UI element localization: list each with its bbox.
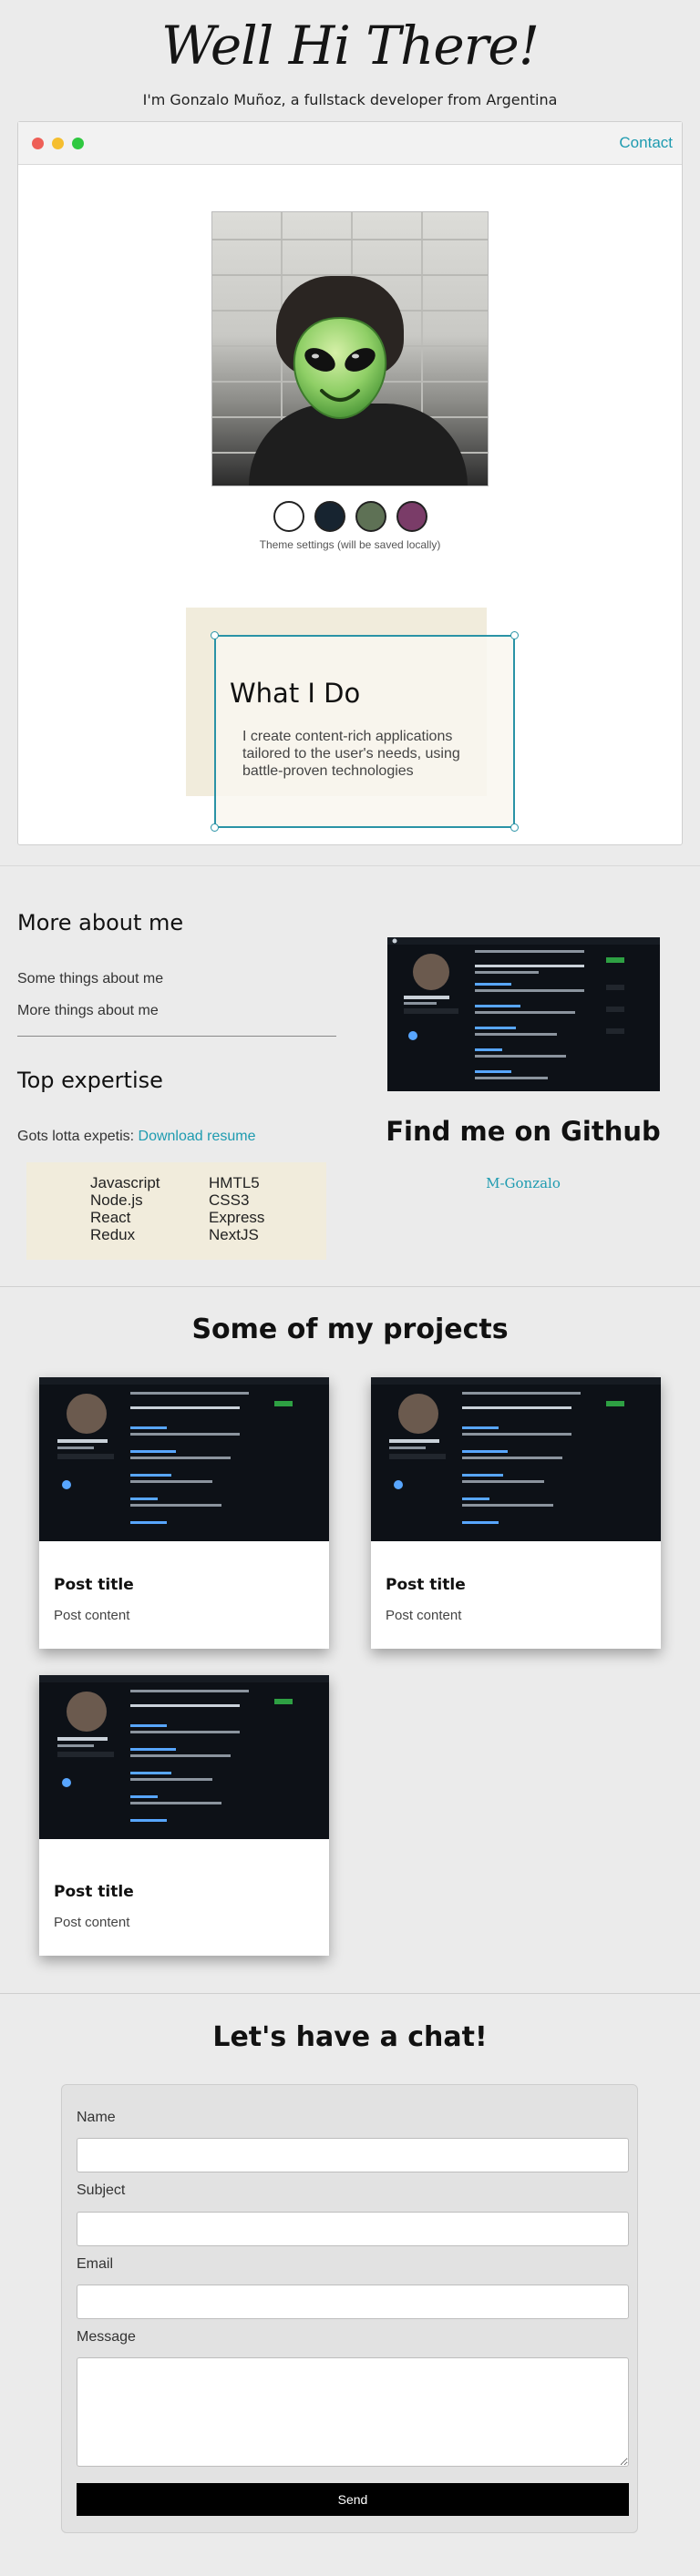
close-dot-icon: [32, 138, 44, 149]
project-card[interactable]: Post title Post content: [39, 1377, 329, 1649]
project-card[interactable]: Post title Post content: [39, 1675, 329, 1956]
skills-box: Javascript Node.js React Redux HMTL5 CSS…: [26, 1162, 326, 1260]
divider: [17, 1036, 336, 1037]
skill-item: Javascript: [90, 1174, 160, 1191]
skill-item: CSS3: [209, 1191, 250, 1209]
hero-subtitle: I'm Gonzalo Muñoz, a fullstack developer…: [142, 91, 558, 108]
hero-title: Well Hi There!: [160, 15, 540, 77]
name-field[interactable]: [77, 2138, 629, 2172]
post-content: Post content: [386, 1608, 462, 1623]
post-title: Post title: [54, 1883, 134, 1901]
theme-swatch-olive[interactable]: [355, 501, 386, 532]
card-title: What I Do: [230, 678, 361, 709]
expertise-label: Gots lotta expetis:: [17, 1129, 139, 1144]
project-screenshot: [39, 1377, 329, 1541]
about-item: Some things about me: [17, 971, 164, 986]
expertise-text: Gots lotta expetis: Download resume: [17, 1129, 255, 1145]
github-heading: Find me on Github: [386, 1116, 661, 1147]
theme-settings-note: Theme settings (will be saved locally): [259, 538, 441, 551]
project-card[interactable]: Post title Post content: [371, 1377, 661, 1649]
email-field[interactable]: [77, 2285, 629, 2319]
skill-item: HMTL5: [209, 1174, 260, 1191]
project-screenshot: [39, 1675, 329, 1839]
post-title: Post title: [386, 1576, 466, 1594]
project-screenshot: [371, 1377, 661, 1541]
minimize-dot-icon: [52, 138, 64, 149]
github-profile-screenshot: [387, 937, 660, 1091]
resize-handle[interactable]: [211, 823, 219, 832]
projects-section: Some of my projects Post title Post cont…: [0, 1286, 700, 1993]
post-content: Post content: [54, 1915, 130, 1930]
theme-swatch-white[interactable]: [273, 501, 304, 532]
skill-item: NextJS: [209, 1226, 259, 1243]
profile-photo: [211, 211, 489, 486]
download-resume-link[interactable]: Download resume: [139, 1129, 256, 1144]
about-item: More things about me: [17, 1003, 159, 1018]
browser-window: Contact Theme settings (will be saved lo…: [17, 121, 683, 845]
hero-section: Well Hi There! I'm Gonzalo Muñoz, a full…: [0, 0, 700, 865]
theme-swatches: [18, 501, 682, 532]
email-label: Email: [77, 2256, 114, 2272]
name-label: Name: [77, 2110, 116, 2125]
skill-item: Redux: [90, 1226, 136, 1243]
projects-heading: Some of my projects: [191, 1314, 509, 1345]
resize-handle[interactable]: [211, 631, 219, 639]
message-field[interactable]: [77, 2357, 629, 2467]
what-i-do-card[interactable]: What I Do I create content-rich applicat…: [211, 631, 519, 832]
message-label: Message: [77, 2329, 136, 2345]
subject-label: Subject: [77, 2182, 126, 2198]
skill-item: Node.js: [90, 1191, 143, 1209]
theme-swatch-navy[interactable]: [314, 501, 345, 532]
post-content: Post content: [54, 1608, 130, 1623]
alien-emoji-icon: [293, 316, 387, 420]
contact-heading: Let's have a chat!: [212, 2021, 488, 2053]
about-section: More about me Some things about me More …: [0, 865, 700, 1286]
expertise-heading: Top expertise: [17, 1068, 163, 1093]
skill-item: React: [90, 1209, 131, 1226]
github-profile-link[interactable]: M-Gonzalo: [361, 1175, 685, 1191]
resize-handle[interactable]: [510, 823, 519, 832]
resize-handle[interactable]: [510, 631, 519, 639]
skill-item: Express: [209, 1209, 265, 1226]
subject-field[interactable]: [77, 2212, 629, 2246]
maximize-dot-icon: [72, 138, 84, 149]
about-heading: More about me: [17, 910, 184, 935]
card-text: I create content-rich applications tailo…: [242, 729, 460, 779]
theme-swatch-plum[interactable]: [396, 501, 427, 532]
send-button[interactable]: Send: [77, 2483, 629, 2516]
post-title: Post title: [54, 1576, 134, 1594]
contact-form: Name Subject Email Message Send: [61, 2084, 638, 2533]
contact-section: Let's have a chat! Name Subject Email Me…: [0, 1993, 700, 2576]
window-titlebar: Contact: [18, 122, 682, 165]
contact-link[interactable]: Contact: [619, 134, 673, 152]
